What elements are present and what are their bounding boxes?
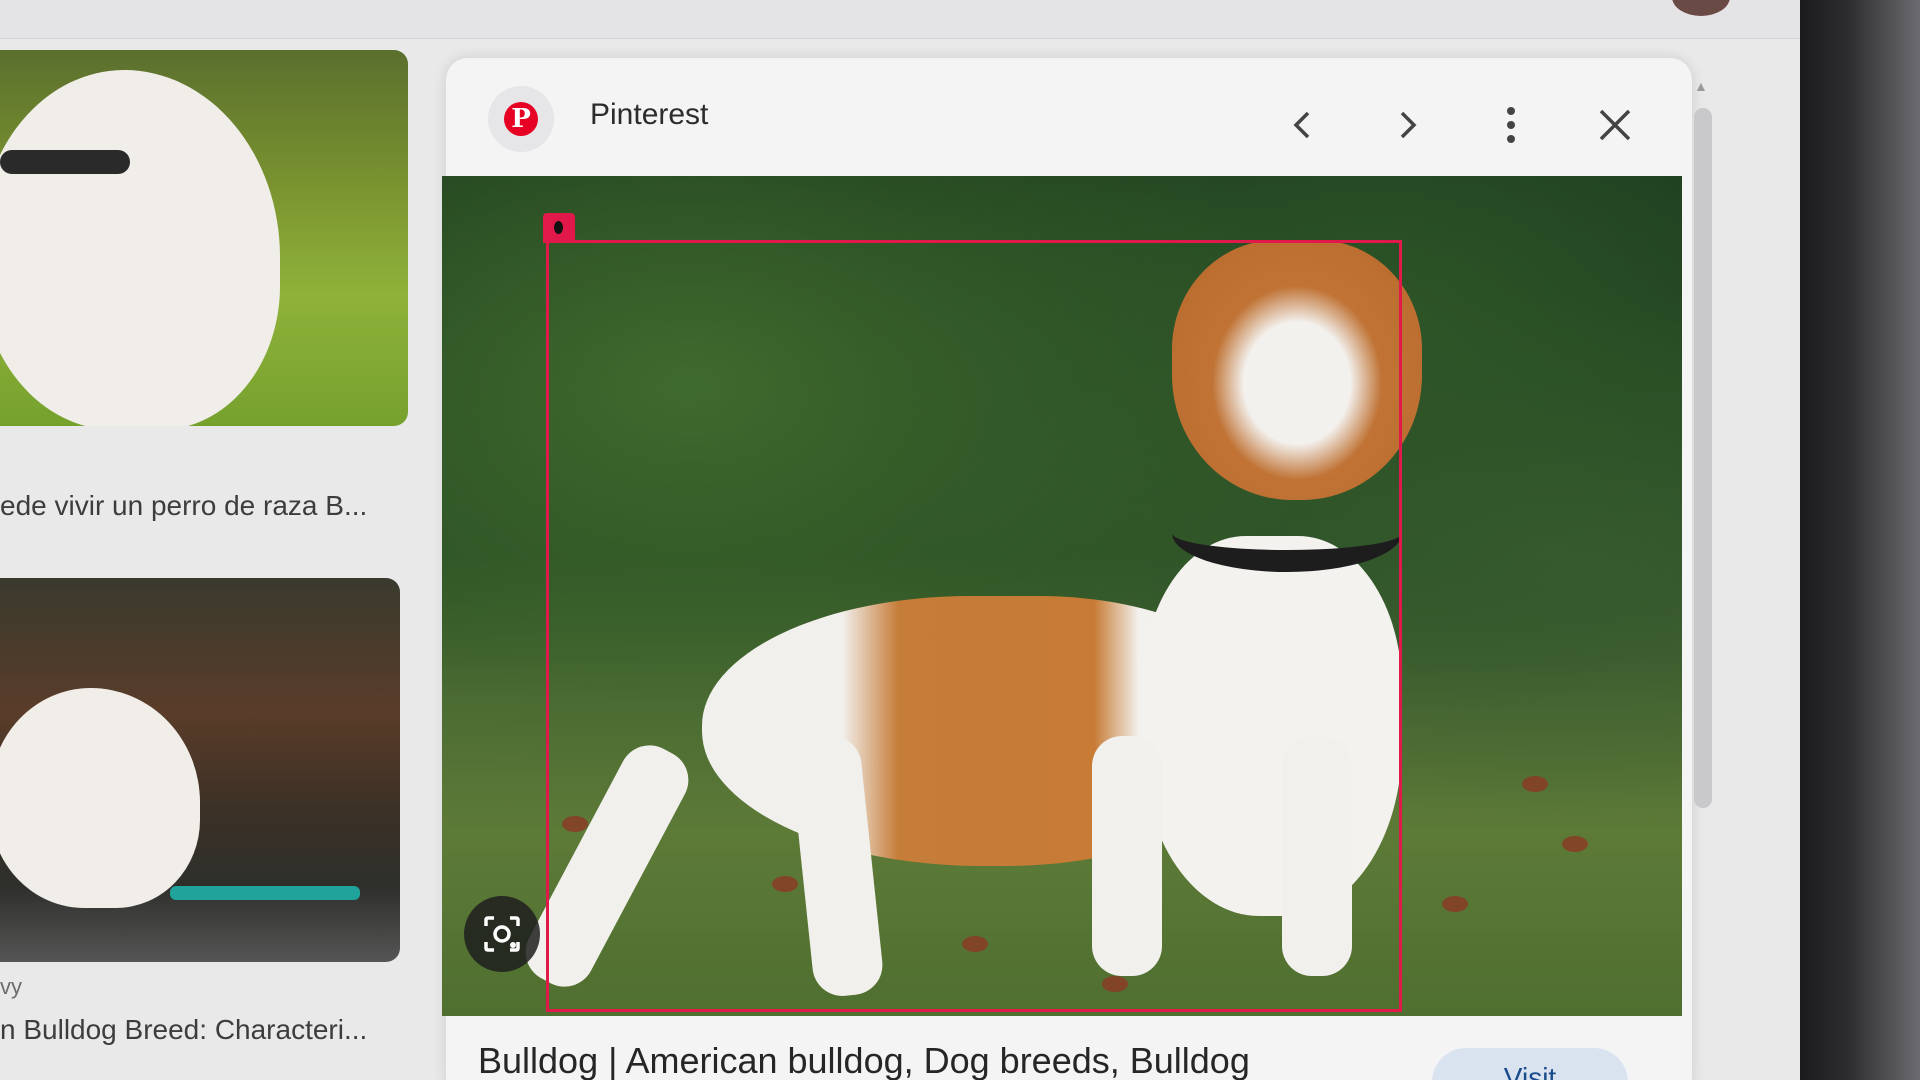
leaf: [1562, 836, 1588, 852]
image-preview-panel: P Pinterest Bulldog | American bulldog, …: [442, 58, 1712, 1080]
result-thumbnail[interactable]: [0, 578, 400, 962]
site-name[interactable]: Pinterest: [590, 98, 708, 132]
scrollbar[interactable]: ▲: [1690, 78, 1714, 1080]
browser-top-bar: [0, 0, 1800, 39]
previous-arrow-icon[interactable]: [1276, 98, 1330, 152]
preview-title[interactable]: Bulldog | American bulldog, Dog breeds, …: [478, 1040, 1250, 1080]
close-icon[interactable]: [1588, 98, 1642, 152]
monitor-bezel: [1800, 0, 1920, 1080]
pool-edge: [170, 886, 360, 900]
pinterest-icon[interactable]: P: [488, 86, 554, 152]
visual-search-icon[interactable]: [464, 896, 540, 972]
preview-image[interactable]: [442, 176, 1682, 1016]
avatar[interactable]: [1672, 0, 1730, 16]
dog-figure: [0, 70, 280, 426]
visit-button[interactable]: Visit: [1432, 1048, 1628, 1080]
scroll-thumb[interactable]: [1694, 108, 1712, 808]
selection-box[interactable]: [543, 213, 1402, 1012]
leaf: [1442, 896, 1468, 912]
scroll-up-icon[interactable]: ▲: [1694, 78, 1708, 94]
next-arrow-icon[interactable]: [1380, 98, 1434, 152]
dog-figure: [0, 688, 200, 908]
more-vertical-icon[interactable]: [1484, 98, 1538, 152]
image-results-column: ede vivir un perro de raza B... vy n Bul…: [0, 38, 440, 1080]
result-caption[interactable]: ede vivir un perro de raza B...: [0, 490, 367, 522]
leaf: [1522, 776, 1548, 792]
result-source: vy: [0, 974, 22, 999]
dog-collar: [0, 150, 130, 174]
preview-header: P Pinterest: [446, 58, 1692, 176]
result-thumbnail[interactable]: [0, 50, 408, 426]
selection-handle[interactable]: [543, 213, 575, 243]
result-caption[interactable]: n Bulldog Breed: Characteri...: [0, 1014, 367, 1046]
pinterest-logo-mark: P: [504, 102, 538, 136]
browser-screen: ede vivir un perro de raza B... vy n Bul…: [0, 0, 1800, 1080]
